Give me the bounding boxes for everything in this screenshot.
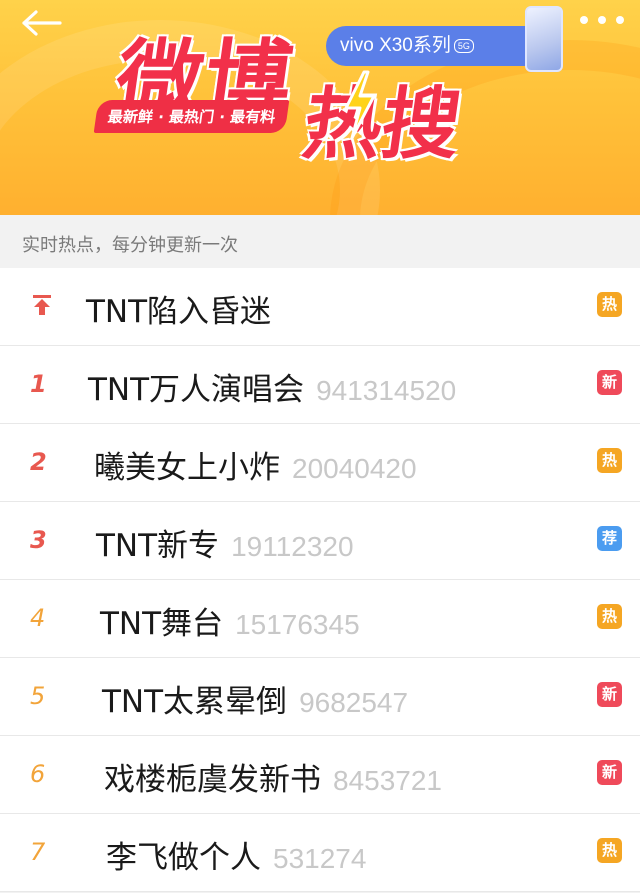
update-notice-text: 实时热点，每分钟更新一次 [22,235,238,256]
hot-search-count: 8453721 [333,765,443,796]
hot-search-title: TNT太累晕倒 [102,684,288,720]
hot-search-count: 20040420 [292,453,417,484]
hot-search-title: TNT万人演唱会 [88,372,305,408]
hot-search-banner: vivo X30系列 5G 微博 热搜 最新鲜 · 最热门 · 最有料 [0,0,640,215]
status-badge: 热 [597,838,622,863]
hot-search-text: TNT万人演唱会 941314520 [88,364,456,409]
rank-number: 3 [30,526,47,554]
hot-search-item[interactable]: 2 曦美女上小炸 20040420 热 [0,424,640,502]
promo-text: vivo X30系列 [340,35,451,56]
hot-search-text: 李飞做个人 531274 [106,832,366,877]
hot-search-text: TNT新专 19112320 [96,520,354,565]
hot-search-list: TNT陷入昏迷热 1 TNT万人演唱会 941314520 新 2 曦美女上小炸 200404… [0,268,640,892]
rank-number: 2 [30,448,47,476]
status-badge: 新 [597,682,622,707]
5g-badge: 5G [453,38,474,53]
status-badge: 热 [597,448,622,473]
hot-search-count: 15176345 [235,609,360,640]
hot-search-item[interactable]: TNT陷入昏迷 热 [0,268,640,346]
hot-search-item[interactable]: 7 李飞做个人 531274 热 [0,814,640,892]
hot-search-title: 戏楼栀虞发新书 [104,762,321,798]
status-badge: 荐 [597,526,622,551]
hot-search-text: 曦美女上小炸 20040420 [94,442,417,487]
rank-number: 5 [30,682,46,710]
hot-search-text: TNT舞台 15176345 [100,598,360,643]
banner-title-resou: 热搜 [297,80,467,170]
hot-search-title: TNT新专 [96,528,220,564]
hot-search-title: 李飞做个人 [106,840,261,876]
phone-image [525,6,563,72]
hot-search-text: TNT太累晕倒 9682547 [102,676,408,721]
hot-search-title: 曦美女上小炸 [94,450,280,486]
pinned-top-icon [33,295,51,315]
hot-search-title: TNT舞台 [100,606,224,642]
rank-number: 1 [30,370,47,398]
more-options-icon[interactable] [580,16,624,26]
hot-search-text: TNT陷入昏迷 [86,286,271,331]
rank-number: 6 [30,760,46,788]
hot-search-title: TNT陷入昏迷 [86,294,272,330]
hot-search-count: 941314520 [316,375,457,406]
hot-search-count: 19112320 [231,531,354,562]
rank-number: 7 [30,838,46,866]
hot-search-item[interactable]: 6 戏楼栀虞发新书 8453721 新 [0,736,640,814]
banner-tagline: 最新鲜 · 最热门 · 最有料 [93,100,290,133]
hot-search-item[interactable]: 4 TNT舞台 15176345 热 [0,580,640,658]
hot-search-count: 531274 [273,843,367,874]
status-badge: 热 [597,292,622,317]
back-arrow-icon[interactable] [20,8,64,38]
update-notice: 实时热点，每分钟更新一次 [0,215,640,267]
status-badge: 新 [597,370,622,395]
status-badge: 新 [597,760,622,785]
status-badge: 热 [597,604,622,629]
hot-search-text: 戏楼栀虞发新书 8453721 [104,754,442,799]
hot-search-count: 9682547 [299,687,409,718]
hot-search-item[interactable]: 5 TNT太累晕倒 9682547 新 [0,658,640,736]
rank-number: 4 [30,604,46,632]
hot-search-item[interactable]: 1 TNT万人演唱会 941314520 新 [0,346,640,424]
lightning-icon [344,70,376,140]
hot-search-item[interactable]: 3 TNT新专 19112320 荐 [0,502,640,580]
